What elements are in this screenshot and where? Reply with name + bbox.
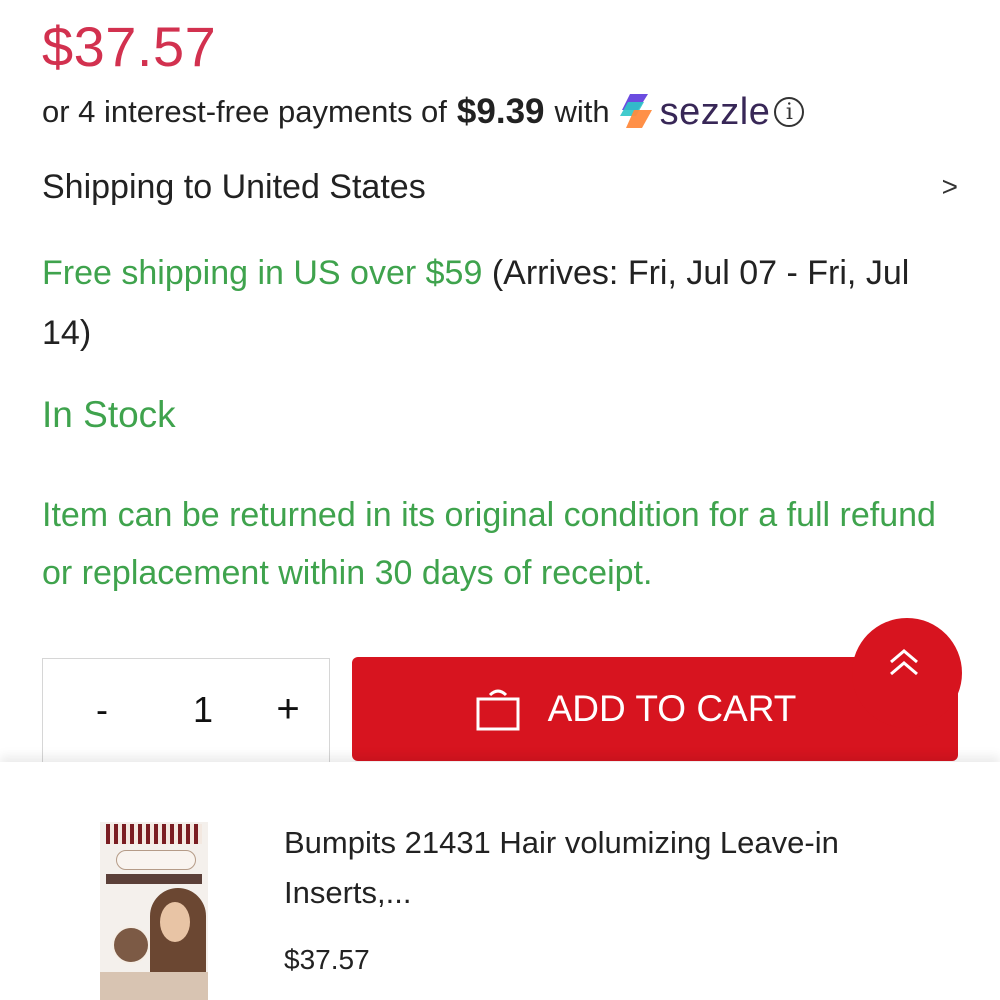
double-chevron-up-icon [890, 649, 918, 676]
info-circle-icon[interactable]: i [774, 97, 805, 127]
quantity-stepper: - + [42, 658, 330, 762]
product-title: Bumpits 21431 Hair volumizing Leave-in I… [284, 825, 839, 910]
quantity-increase-button[interactable]: + [273, 687, 303, 732]
product-price: $37.57 [42, 15, 217, 78]
scroll-to-top-button[interactable] [852, 618, 962, 728]
add-to-cart-label: ADD TO CART [547, 688, 797, 729]
product-thumbnail[interactable] [100, 822, 208, 1000]
delivery-estimate: Free shipping in US over $59 (Arrives: F… [42, 243, 942, 363]
shopping-bag-icon [476, 689, 520, 731]
stock-status: In Stock [42, 394, 176, 435]
quantity-input[interactable] [173, 689, 233, 731]
installment-amount: $9.39 [456, 92, 545, 131]
sezzle-with-text: with [554, 94, 610, 129]
shipping-destination-row[interactable]: Shipping to United States > [42, 164, 958, 210]
chevron-right-icon: > [941, 171, 958, 202]
free-shipping-text: Free shipping in US over $59 [42, 254, 483, 292]
sezzle-prefix-text: or 4 interest-free payments of [42, 94, 447, 129]
sezzle-brand-name[interactable]: sezzle [660, 91, 771, 134]
quantity-decrease-button[interactable]: - [87, 689, 117, 731]
shipping-destination-label: Shipping to United States [42, 167, 426, 206]
sezzle-payment-info: or 4 interest-free payments of $9.39 wit… [42, 88, 962, 136]
product-page: $37.57 or 4 interest-free payments of $9… [0, 0, 1000, 1000]
sezzle-logo-icon [618, 92, 656, 132]
returns-policy: Item can be returned in its original con… [42, 496, 936, 592]
sticky-product-bar: Bumpits 21431 Hair volumizing Leave-in I… [0, 762, 1000, 1000]
sticky-product-price: $37.57 [284, 944, 370, 975]
